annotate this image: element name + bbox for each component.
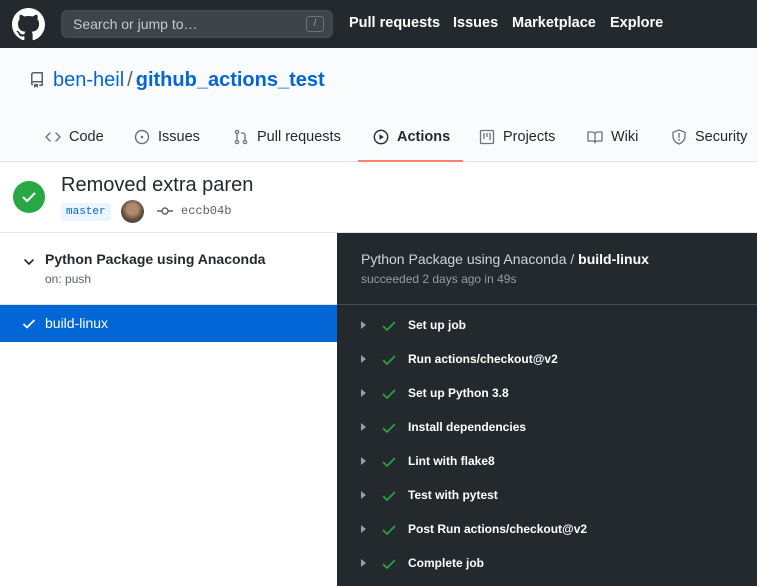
caret-right-icon: [361, 559, 366, 567]
repo-owner-link[interactable]: ben-heil: [53, 69, 124, 91]
check-icon: [382, 321, 396, 331]
step-label: Run actions/checkout@v2: [408, 352, 558, 366]
step-row[interactable]: Set up job: [337, 309, 757, 343]
step-label: Test with pytest: [408, 488, 498, 502]
caret-right-icon: [361, 457, 366, 465]
repo-name-link[interactable]: github_actions_test: [136, 69, 325, 91]
check-circle-icon: [22, 192, 36, 203]
caret-right-icon: [361, 491, 366, 499]
check-icon: [382, 355, 396, 365]
step-label: Set up job: [408, 318, 466, 332]
tab-projects-label: Projects: [503, 129, 556, 145]
caret-right-icon: [361, 355, 366, 363]
tab-issues-label: Issues: [158, 129, 200, 145]
repo-header: ben-heil / github_actions_test Code Issues…: [0, 48, 757, 162]
step-row[interactable]: Set up Python 3.8: [337, 377, 757, 411]
step-row[interactable]: Test with pytest: [337, 479, 757, 513]
step-label: Set up Python 3.8: [408, 386, 509, 400]
run-title: Removed extra paren: [61, 174, 254, 196]
project-icon: [479, 129, 495, 145]
caret-right-icon: [361, 423, 366, 431]
step-row[interactable]: Lint with flake8: [337, 445, 757, 479]
search-input[interactable]: Search or jump to… /: [61, 10, 333, 38]
shield-icon: [672, 129, 686, 145]
repo-icon: [30, 72, 43, 88]
step-row[interactable]: Complete job: [337, 547, 757, 581]
tab-code-label: Code: [69, 129, 104, 145]
tab-security-label: Security: [695, 129, 748, 145]
tab-actions-label: Actions: [397, 129, 451, 145]
job-status-text: succeeded 2 days ago in 49s: [361, 272, 517, 286]
job-log-panel: Python Package using Anaconda / build-li…: [337, 233, 757, 586]
issue-icon: [134, 129, 150, 145]
check-icon: [382, 457, 396, 467]
workflow-trigger: on: push: [45, 272, 92, 286]
tab-wiki-label: Wiki: [611, 129, 639, 145]
divider: [337, 304, 757, 305]
caret-right-icon: [361, 525, 366, 533]
avatar[interactable]: [121, 200, 144, 223]
chevron-down-icon[interactable]: [22, 255, 36, 269]
code-icon: [45, 132, 61, 142]
check-icon: [382, 525, 396, 535]
caret-right-icon: [361, 389, 366, 397]
commit-sha-link[interactable]: eccb04b: [181, 204, 231, 218]
book-icon: [587, 131, 603, 144]
nav-marketplace[interactable]: Marketplace: [512, 15, 596, 31]
tab-pull-requests-label: Pull requests: [257, 129, 341, 145]
step-label: Complete job: [408, 556, 485, 570]
global-header: Search or jump to… / Pull requests Issue…: [0, 0, 757, 48]
job-header: Python Package using Anaconda / build-li…: [361, 251, 649, 267]
nav-pull-requests[interactable]: Pull requests: [349, 15, 440, 31]
workflow-sidebar: Python Package using Anaconda on: push b…: [0, 233, 337, 586]
step-label: Lint with flake8: [408, 454, 495, 468]
check-icon: [382, 559, 396, 569]
repo-separator: /: [127, 69, 133, 91]
check-icon: [382, 491, 396, 501]
step-row[interactable]: Install dependencies: [337, 411, 757, 445]
run-status-badge: [13, 181, 45, 213]
nav-explore[interactable]: Explore: [610, 15, 663, 31]
job-name: build-linux: [578, 251, 649, 267]
job-workflow-prefix: Python Package using Anaconda /: [361, 251, 579, 267]
step-row[interactable]: Post Run actions/checkout@v2: [337, 513, 757, 547]
job-item-build-linux[interactable]: build-linux: [0, 305, 337, 342]
caret-right-icon: [361, 321, 366, 329]
search-shortcut-key: /: [306, 16, 324, 32]
github-logo-icon[interactable]: [12, 8, 45, 41]
commit-icon: [157, 207, 173, 215]
step-label: Install dependencies: [408, 420, 527, 434]
check-icon: [382, 389, 396, 399]
workflow-name[interactable]: Python Package using Anaconda: [45, 251, 265, 267]
nav-issues[interactable]: Issues: [453, 15, 498, 31]
repo-breadcrumb: ben-heil / github_actions_test: [53, 69, 325, 92]
check-icon: [23, 319, 35, 329]
branch-badge[interactable]: master: [61, 203, 111, 221]
step-row[interactable]: Run actions/checkout@v2: [337, 343, 757, 377]
pull-request-icon: [234, 129, 248, 145]
play-icon: [373, 129, 389, 145]
step-label: Post Run actions/checkout@v2: [408, 522, 588, 536]
search-placeholder: Search or jump to…: [73, 16, 198, 32]
job-label: build-linux: [45, 315, 109, 331]
active-tab-indicator: [358, 160, 463, 162]
check-icon: [382, 423, 396, 433]
